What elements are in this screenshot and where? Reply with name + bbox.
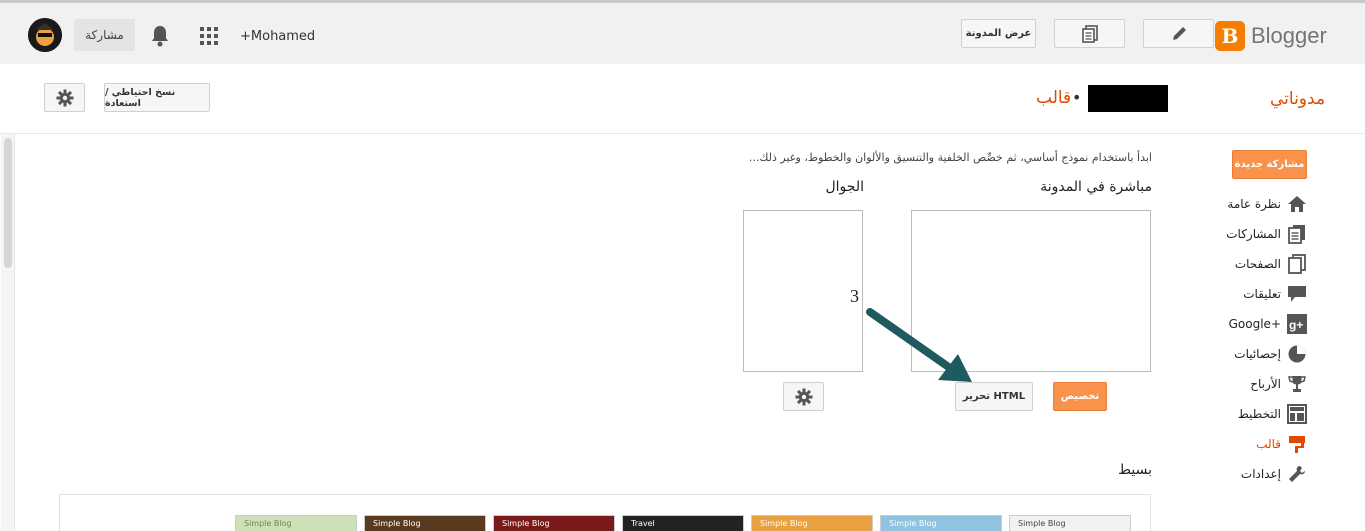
template-thumb[interactable]: Travel bbox=[622, 515, 744, 531]
view-blog-button[interactable]: عرض المدونة bbox=[961, 19, 1036, 48]
annotation-number: 3 bbox=[850, 286, 859, 306]
template-thumb[interactable]: Simple Blog bbox=[751, 515, 873, 531]
sidebar-item-settings[interactable]: إعدادات bbox=[1180, 463, 1307, 485]
sidebar-item-pages[interactable]: الصفحات bbox=[1180, 253, 1307, 275]
customize-button[interactable]: تخصيص bbox=[1053, 382, 1107, 411]
pages-icon bbox=[1287, 254, 1307, 274]
blogger-logo[interactable]: B Blogger bbox=[1215, 21, 1327, 51]
layout-icon bbox=[1287, 404, 1307, 424]
my-blogs-link[interactable]: مدوناتي bbox=[1270, 89, 1325, 109]
comments-icon bbox=[1287, 284, 1307, 304]
template-thumb[interactable]: Simple Blog bbox=[364, 515, 486, 531]
sidebar-item-earnings[interactable]: الأرباح bbox=[1180, 373, 1307, 395]
annotation-arrow bbox=[866, 308, 972, 382]
mobile-preview[interactable] bbox=[743, 210, 863, 372]
sidebar-item-google-plus[interactable]: g+ Google+ bbox=[1180, 313, 1307, 335]
home-icon bbox=[1287, 194, 1307, 214]
template-thumb-label: Simple Blog bbox=[244, 519, 292, 528]
template-icon bbox=[1287, 434, 1307, 454]
template-thumb[interactable]: Simple Blog bbox=[880, 515, 1002, 531]
breadcrumb-separator: • bbox=[1072, 88, 1082, 107]
sidebar-item-label: المشاركات bbox=[1226, 227, 1281, 241]
template-intro-text: ابدأ باستخدام نموذج أساسي، ثم خصِّص الخل… bbox=[748, 151, 1152, 164]
template-gallery: Simple Blog Simple Blog Simple Blog Trav… bbox=[59, 494, 1151, 531]
sidebar-item-label: إعدادات bbox=[1240, 467, 1281, 481]
sidebar-item-label: Google+ bbox=[1228, 317, 1281, 331]
sidebar-item-comments[interactable]: تعليقات bbox=[1180, 283, 1307, 305]
sidebar-item-label: نظرة عامة bbox=[1227, 197, 1281, 211]
sidebar-item-stats[interactable]: إحصائيات bbox=[1180, 343, 1307, 365]
sidebar-item-label: تعليقات bbox=[1243, 287, 1281, 301]
vertical-scrollbar[interactable] bbox=[1, 134, 15, 531]
live-on-blog-title: مباشرة في المدونة bbox=[1040, 179, 1152, 195]
backup-restore-button[interactable]: نسخ احتياطي / استعادة bbox=[104, 83, 210, 112]
sidebar-item-label: الأرباح bbox=[1250, 377, 1281, 391]
share-button[interactable]: مشاركة bbox=[74, 19, 135, 51]
new-post-button[interactable]: مشاركة جديدة bbox=[1232, 150, 1307, 179]
posts-list-icon bbox=[1081, 24, 1098, 43]
template-thumb[interactable]: Simple Blog bbox=[1009, 515, 1131, 531]
sidebar-item-label: الصفحات bbox=[1234, 257, 1281, 271]
posts-list-button[interactable] bbox=[1054, 19, 1125, 48]
sidebar-item-layout[interactable]: التخطيط bbox=[1180, 403, 1307, 425]
template-thumb-label: Simple Blog bbox=[373, 519, 421, 528]
blog-name-redacted bbox=[1088, 85, 1168, 112]
sidebar-item-label: التخطيط bbox=[1237, 407, 1281, 421]
sidebar-item-overview[interactable]: نظرة عامة bbox=[1180, 193, 1307, 215]
trophy-icon bbox=[1287, 374, 1307, 394]
edit-html-button[interactable]: تحرير HTML bbox=[955, 382, 1033, 411]
header-divider bbox=[0, 133, 1365, 134]
page-title: قالب bbox=[1036, 88, 1072, 108]
sidebar-item-label: إحصائيات bbox=[1234, 347, 1281, 361]
google-plus-icon: g+ bbox=[1287, 314, 1307, 334]
blogger-logo-text: Blogger bbox=[1251, 23, 1327, 48]
sidebar-item-template[interactable]: قالب bbox=[1180, 433, 1307, 455]
notifications-bell-icon[interactable] bbox=[150, 25, 170, 50]
user-name[interactable]: +Mohamed bbox=[240, 29, 315, 44]
stats-icon bbox=[1287, 344, 1307, 364]
template-thumb-label: Simple Blog bbox=[1018, 519, 1066, 528]
svg-text:g+: g+ bbox=[1289, 318, 1303, 332]
template-thumb[interactable]: Simple Blog bbox=[235, 515, 357, 531]
sidebar-item-posts[interactable]: المشاركات bbox=[1180, 223, 1307, 245]
gear-icon bbox=[56, 89, 73, 106]
template-thumb-label: Travel bbox=[631, 519, 655, 528]
blogger-logo-icon: B bbox=[1215, 21, 1245, 51]
simple-templates-heading: بسيط bbox=[1118, 462, 1152, 478]
template-thumb-label: Simple Blog bbox=[502, 519, 550, 528]
posts-icon bbox=[1287, 224, 1307, 244]
mobile-title: الجوال bbox=[825, 179, 865, 195]
gear-icon bbox=[795, 388, 812, 405]
scrollbar-thumb[interactable] bbox=[4, 138, 12, 268]
template-thumb-label: Simple Blog bbox=[889, 519, 937, 528]
new-post-pencil-button[interactable] bbox=[1143, 19, 1214, 48]
template-thumb[interactable]: Simple Blog bbox=[493, 515, 615, 531]
avatar[interactable] bbox=[28, 18, 62, 52]
sidebar-item-label: قالب bbox=[1256, 437, 1281, 451]
top-bar: مشاركة +Mohamed عرض المدونة B Blogger bbox=[0, 0, 1365, 64]
pencil-icon bbox=[1172, 26, 1186, 40]
mobile-settings-button[interactable] bbox=[783, 382, 824, 411]
apps-grid-icon[interactable] bbox=[200, 27, 218, 45]
wrench-icon bbox=[1287, 464, 1307, 484]
template-settings-button[interactable] bbox=[44, 83, 85, 112]
template-thumb-label: Simple Blog bbox=[760, 519, 808, 528]
